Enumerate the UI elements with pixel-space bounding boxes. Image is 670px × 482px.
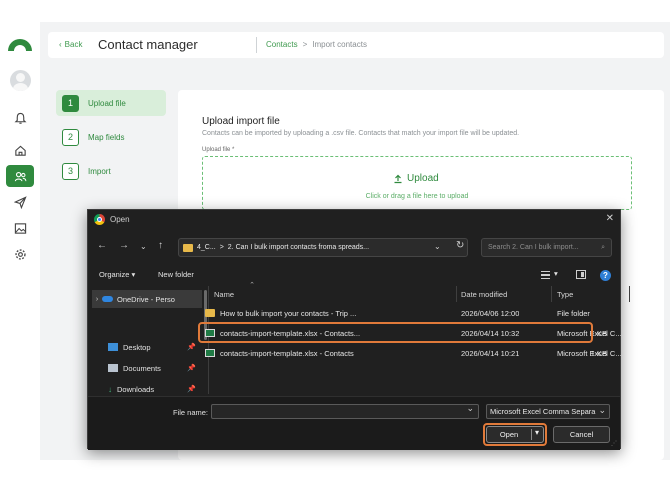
nav-item-documents[interactable]: Documents 📌 <box>92 359 202 377</box>
chevron-left-icon: ‹ <box>59 40 62 49</box>
selected-file-highlight <box>198 322 593 343</box>
step-label: Import <box>88 166 111 176</box>
sort-up-icon: ⌃ <box>249 282 255 289</box>
close-icon[interactable]: ✕ <box>606 213 614 224</box>
step-number: 2 <box>62 128 79 146</box>
brand-logo <box>8 39 32 51</box>
step-upload-file[interactable]: 1 Upload file <box>56 90 166 116</box>
nav-item-onedrive[interactable]: › OneDrive - Perso <box>92 290 202 308</box>
cloud-icon <box>102 296 113 302</box>
arrow-right-icon[interactable]: → <box>119 240 129 251</box>
page-title: Contact manager <box>98 37 198 52</box>
address-bar[interactable]: 4_C... > 2. Can I bulk import contacts f… <box>178 238 468 257</box>
gear-icon[interactable] <box>10 244 30 264</box>
contacts-icon[interactable] <box>6 165 34 187</box>
step-number: 3 <box>62 162 79 180</box>
pin-icon: 📌 <box>187 365 196 372</box>
navigation-pane: › OneDrive - Perso Desktop 📌 Documents 📌… <box>92 286 209 394</box>
chevron-right-icon: › <box>95 295 99 303</box>
file-type-select[interactable]: Microsoft Excel Comma Separa ⌄ <box>486 404 610 419</box>
divider <box>256 37 257 53</box>
step-map-fields[interactable]: 2 Map fields <box>56 124 166 150</box>
chevron-right-icon: > <box>219 244 224 251</box>
import-steps: 1 Upload file 2 Map fields 3 Import <box>56 90 166 192</box>
back-link[interactable]: ‹ Back <box>59 40 82 49</box>
panel-description: Contacts can be imported by uploading a … <box>202 130 520 137</box>
drop-hint: Click or drag a file here to upload <box>365 193 469 200</box>
search-input[interactable]: Search 2. Can I bulk import... ⌕ <box>481 238 612 257</box>
panel-title: Upload import file <box>202 116 280 127</box>
upload-field-label: Upload file * <box>202 147 235 153</box>
breadcrumb-contacts-link[interactable]: Contacts <box>266 40 298 49</box>
upload-button[interactable]: Upload <box>393 173 439 184</box>
preview-pane-icon[interactable] <box>576 270 586 279</box>
pin-icon: 📌 <box>187 386 196 393</box>
column-header-type[interactable]: Type <box>557 290 573 299</box>
chevron-right-icon: > <box>302 40 308 49</box>
step-label: Upload file <box>88 98 126 108</box>
step-label: Map fields <box>88 132 125 142</box>
divider <box>551 286 552 302</box>
arrow-up-icon[interactable]: ↑ <box>158 240 163 251</box>
step-number: 1 <box>62 94 79 112</box>
arrow-left-icon[interactable]: ← <box>97 240 107 251</box>
chevron-down-icon: ▾ <box>131 270 136 279</box>
cancel-button[interactable]: Cancel <box>553 426 610 443</box>
organize-button[interactable]: Organize ▾ <box>99 270 135 279</box>
left-rail <box>0 22 40 460</box>
chrome-icon <box>94 214 105 225</box>
dialog-titlebar[interactable]: Open ✕ <box>88 210 620 230</box>
dialog-title: Open <box>110 215 130 224</box>
pin-icon: 📌 <box>187 344 196 351</box>
bell-icon[interactable] <box>10 108 30 128</box>
image-icon[interactable] <box>10 218 30 238</box>
header-bar: ‹ Back Contact manager Contacts > Import… <box>48 32 664 58</box>
dialog-toolbar: Organize ▾ New folder ▾ ? <box>88 266 620 284</box>
address-segment[interactable]: 4_C... <box>197 244 216 251</box>
document-icon <box>108 364 118 372</box>
nav-item-desktop[interactable]: Desktop 📌 <box>92 338 202 356</box>
chevron-down-icon: ⌄ <box>598 405 606 415</box>
send-icon[interactable] <box>10 192 30 212</box>
avatar[interactable] <box>10 70 31 91</box>
column-header-name[interactable]: Name <box>214 290 234 299</box>
file-name-input[interactable] <box>211 403 479 419</box>
download-icon: ↓ <box>108 384 112 394</box>
view-options-icon[interactable] <box>541 271 550 279</box>
folder-icon <box>183 243 193 252</box>
file-dropzone[interactable]: Upload Click or drag a file here to uplo… <box>202 156 632 210</box>
file-name-label: File name: <box>173 408 209 417</box>
divider <box>456 286 457 302</box>
address-row: ← → ⌄ ↑ 4_C... > 2. Can I bulk import co… <box>88 236 620 258</box>
home-icon[interactable] <box>10 140 30 160</box>
column-header-date[interactable]: Date modified <box>461 290 507 299</box>
excel-file-icon <box>205 349 215 357</box>
step-import[interactable]: 3 Import <box>56 158 166 184</box>
file-row[interactable]: How to bulk import your contacts - Trip … <box>202 304 612 322</box>
open-button-highlight <box>483 423 547 446</box>
chevron-down-icon[interactable]: ⌄ <box>140 242 147 251</box>
address-segment[interactable]: 2. Can I bulk import contacts froma spre… <box>228 244 369 251</box>
file-row[interactable]: contacts-import-template.xlsx - Contacts… <box>202 344 622 362</box>
dialog-footer: File name: Microsoft Excel Comma Separa … <box>88 396 620 450</box>
open-file-dialog: Open ✕ ← → ⌄ ↑ 4_C... > 2. Can I bulk im… <box>87 209 630 450</box>
resize-grip-icon[interactable]: ⋰ <box>611 440 617 447</box>
search-icon: ⌕ <box>601 243 605 251</box>
divider <box>629 286 630 302</box>
folder-icon <box>205 309 215 317</box>
breadcrumb: Contacts > Import contacts <box>266 40 367 49</box>
help-icon[interactable]: ? <box>600 270 611 281</box>
new-folder-button[interactable]: New folder <box>158 270 194 279</box>
upload-icon <box>394 174 402 183</box>
refresh-icon[interactable]: ↻ <box>456 240 464 251</box>
chevron-down-icon[interactable]: ⌄ <box>434 242 441 251</box>
desktop-icon <box>108 343 118 351</box>
breadcrumb-current: Import contacts <box>312 40 367 49</box>
chevron-down-icon[interactable]: ▾ <box>554 269 558 278</box>
